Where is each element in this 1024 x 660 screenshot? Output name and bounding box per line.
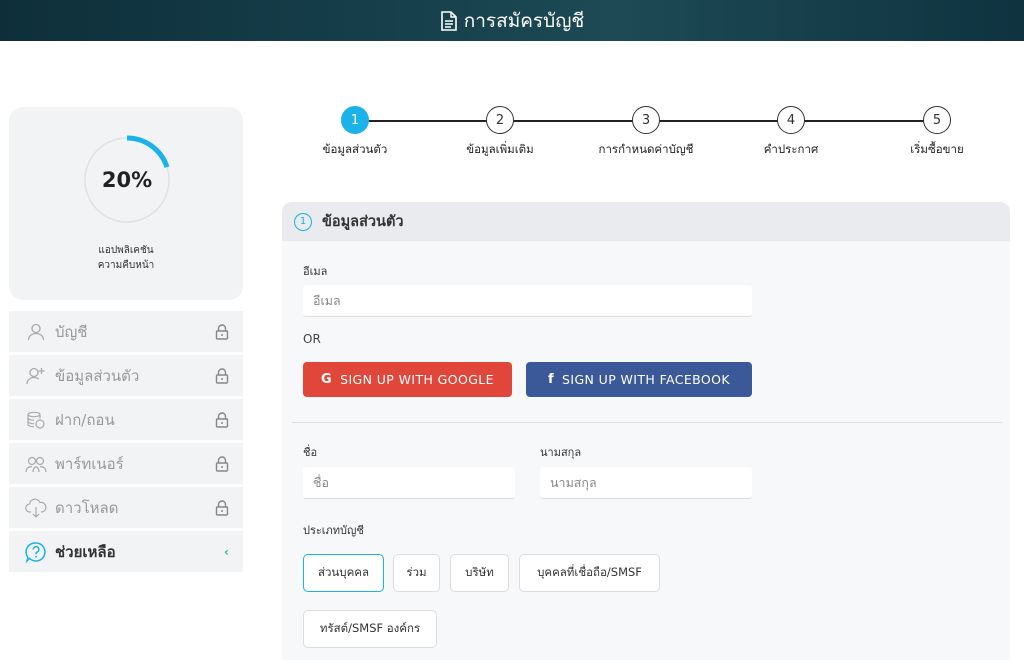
section-number: 1 [294, 212, 312, 231]
sidebar-item-personal-info[interactable]: ข้อมูลส่วนตัว [9, 355, 243, 396]
account-type-label: ประเภทบัญชี [303, 524, 364, 537]
user-add-icon [25, 365, 47, 387]
step-1[interactable]: 1 ข้อมูลส่วนตัว [295, 106, 415, 159]
personal-info-panel: 1 ข้อมูลส่วนตัว อีเมล OR G SIGN UP WITH … [282, 202, 1010, 660]
step-number: 3 [632, 106, 660, 134]
step-label: การกำหนดค่าบัญชี [598, 142, 694, 156]
or-divider-text: OR [303, 332, 321, 346]
last-name-field[interactable] [540, 467, 752, 499]
document-icon [440, 10, 458, 31]
first-name-field[interactable] [303, 467, 515, 499]
email-label: อีเมล [303, 265, 328, 278]
step-number: 5 [923, 106, 951, 134]
step-3[interactable]: 3 การกำหนดค่าบัญชี [586, 106, 706, 159]
facebook-icon: f [547, 372, 555, 387]
sidebar-item-label: ข้อมูลส่วนตัว [55, 366, 140, 385]
step-number: 4 [777, 106, 805, 134]
first-name-label: ชื่อ [303, 446, 318, 459]
step-number: 2 [486, 106, 514, 134]
sidebar-item-help[interactable]: ช่วยเหลือ ‹ [9, 531, 243, 572]
progress-label-line1: แอปพลิเคชัน [98, 245, 154, 256]
facebook-signup-label: SIGN UP WITH FACEBOOK [562, 372, 731, 387]
lock-icon [215, 411, 229, 428]
user-icon [25, 321, 47, 343]
account-type-joint[interactable]: ร่วม [393, 554, 440, 592]
sidebar-menu: บัญชี ข้อมูลส่วนตัว ฝาก/ถอน พาร์ทเนอร์ ด… [9, 311, 243, 575]
coins-icon [25, 409, 47, 431]
last-name-label: นามสกุล [540, 446, 582, 459]
partners-icon [25, 453, 47, 475]
account-type-company[interactable]: บริษัท [450, 554, 509, 592]
email-field[interactable] [303, 285, 752, 317]
sidebar-item-label: ช่วยเหลือ [55, 542, 116, 561]
account-type-trust-corporate[interactable]: ทรัสต์/SMSF องค์กร [303, 610, 437, 648]
top-bar: การสมัครบัญชี [0, 0, 1024, 41]
sidebar-item-partners[interactable]: พาร์ทเนอร์ [9, 443, 243, 484]
google-icon: G [321, 372, 333, 387]
panel-header: 1 ข้อมูลส่วนตัว [282, 202, 1010, 241]
section-title: ข้อมูลส่วนตัว [322, 214, 404, 230]
step-label: ข้อมูลเพิ่มเติม [466, 142, 534, 156]
page-title-group: การสมัครบัญชี [440, 6, 585, 36]
lock-icon [215, 499, 229, 516]
chevron-left-icon: ‹ [224, 544, 229, 559]
account-type-individual[interactable]: ส่วนบุคคล [303, 554, 384, 592]
lock-icon [215, 323, 229, 340]
step-4[interactable]: 4 คำประกาศ [731, 106, 851, 159]
progress-label: แอปพลิเคชัน ความคืบหน้า [9, 243, 243, 273]
step-5[interactable]: 5 เริ่มซื้อขาย [877, 106, 997, 159]
step-label: ข้อมูลส่วนตัว [322, 142, 388, 156]
sidebar-item-label: บัญชี [55, 322, 88, 341]
progress-card: 20% แอปพลิเคชัน ความคืบหน้า [9, 107, 243, 300]
help-icon [25, 541, 47, 563]
sidebar-item-label: ฝาก/ถอน [55, 410, 115, 429]
google-signup-button[interactable]: G SIGN UP WITH GOOGLE [303, 362, 512, 397]
progress-percent: 20% [101, 168, 153, 192]
page-title: การสมัครบัญชี [463, 9, 585, 32]
step-label: เริ่มซื้อขาย [910, 142, 964, 156]
sidebar-item-label: พาร์ทเนอร์ [55, 454, 124, 473]
sidebar-item-deposit-withdraw[interactable]: ฝาก/ถอน [9, 399, 243, 440]
registration-stepper: 1 ข้อมูลส่วนตัว 2 ข้อมูลเพิ่มเติม 3 การก… [300, 106, 1000, 166]
progress-label-line2: ความคืบหน้า [97, 260, 155, 271]
step-label: คำประกาศ [763, 142, 819, 156]
facebook-signup-button[interactable]: f SIGN UP WITH FACEBOOK [526, 362, 752, 397]
sidebar-item-download[interactable]: ดาวโหลด [9, 487, 243, 528]
sidebar-item-label: ดาวโหลด [55, 498, 119, 517]
lock-icon [215, 455, 229, 472]
google-signup-label: SIGN UP WITH GOOGLE [340, 372, 494, 387]
step-number: 1 [341, 106, 369, 134]
account-type-trusted-individual[interactable]: บุคคลที่เชื่อถือ/SMSF [519, 554, 660, 592]
step-2[interactable]: 2 ข้อมูลเพิ่มเติม [440, 106, 560, 159]
cloud-download-icon [25, 497, 47, 519]
section-divider [292, 422, 1002, 423]
lock-icon [215, 367, 229, 384]
sidebar-item-account[interactable]: บัญชี [9, 311, 243, 352]
